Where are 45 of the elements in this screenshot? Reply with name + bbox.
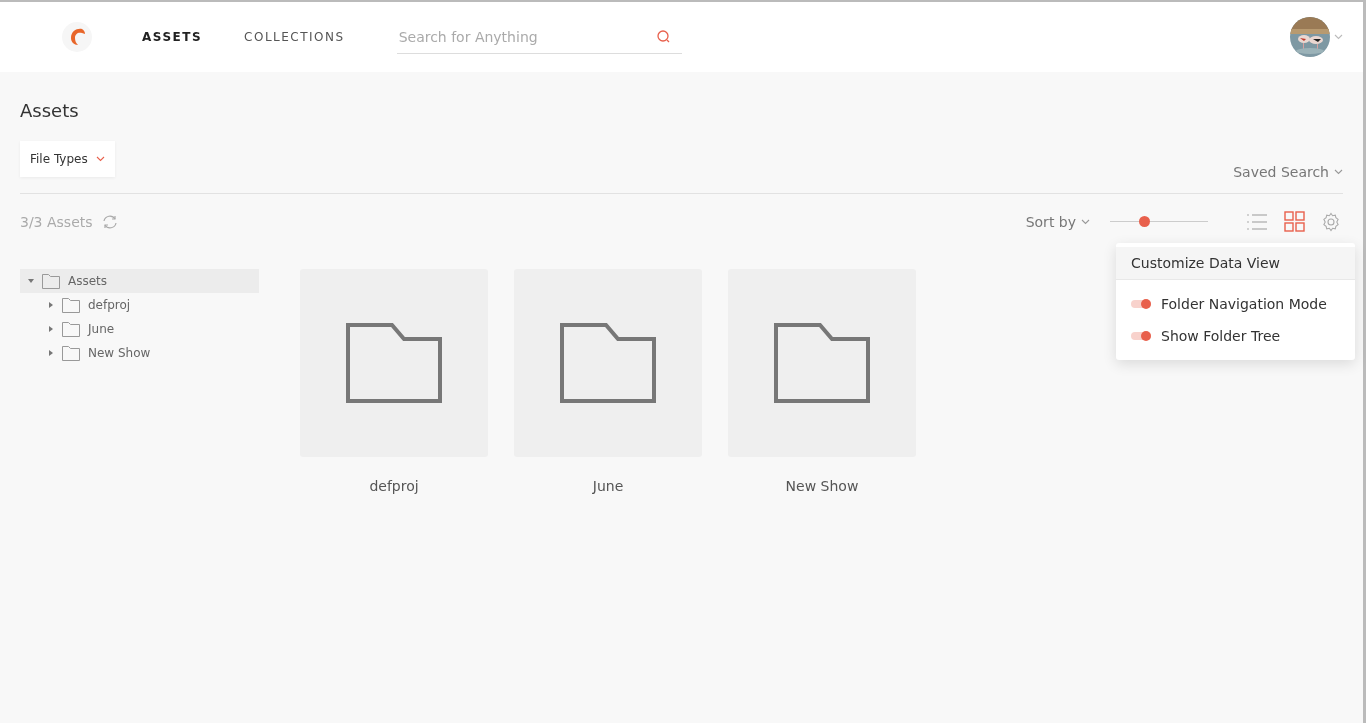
chevron-down-icon [1081, 218, 1090, 225]
chevron-down-icon [95, 156, 105, 162]
folder-name[interactable]: New Show [785, 478, 859, 494]
toggle-label: Folder Navigation Mode [1161, 296, 1327, 312]
slider-thumb[interactable] [1139, 216, 1151, 227]
caret-down-icon[interactable] [28, 278, 34, 284]
folder-icon [774, 323, 870, 403]
toggle-switch[interactable] [1131, 300, 1151, 308]
asset-count: 3/3 Assets [20, 213, 93, 230]
nav-tab[interactable]: COLLECTIONS [244, 30, 345, 44]
search-icon[interactable] [655, 29, 672, 45]
folder-thumbnail[interactable] [514, 269, 702, 457]
toggle-label: Show Folder Tree [1161, 328, 1281, 344]
folder-icon [560, 323, 656, 403]
file-types-dropdown[interactable]: File Types [20, 141, 115, 177]
search-field[interactable]: Search for Anything [396, 20, 682, 54]
tree-item[interactable]: June [20, 317, 259, 341]
folder-icon [346, 323, 442, 403]
folder-icon [62, 345, 80, 361]
folder-name[interactable]: June [592, 478, 624, 494]
caret-right-icon[interactable] [48, 326, 54, 332]
folder-name[interactable]: defproj [369, 478, 419, 494]
chevron-down-icon [1334, 169, 1343, 175]
tree-item[interactable]: defproj [20, 293, 259, 317]
tree-item[interactable]: New Show [20, 341, 259, 365]
sort-by-dropdown[interactable]: Sort by [1025, 213, 1090, 230]
folder-thumbnail[interactable] [300, 269, 488, 457]
grid-icon [1284, 211, 1305, 232]
list-icon [1246, 212, 1268, 231]
chevron-down-icon [1334, 34, 1343, 40]
menu-item[interactable]: Customize Data View [1116, 247, 1355, 280]
page-title: Assets [20, 100, 80, 121]
folder-icon [62, 321, 80, 337]
caret-right-icon[interactable] [48, 350, 54, 356]
toggle-switch[interactable] [1131, 332, 1151, 340]
folder-icon [62, 297, 80, 313]
saved-search-dropdown[interactable]: Saved Search [1233, 164, 1343, 180]
nav-tab[interactable]: ASSETS [142, 30, 203, 44]
folder-thumbnail[interactable] [728, 269, 916, 457]
caret-right-icon[interactable] [48, 302, 54, 308]
folder-icon [42, 273, 60, 289]
refresh-icon[interactable] [100, 213, 119, 230]
tree-item[interactable]: Assets [20, 269, 259, 293]
logo[interactable] [62, 22, 92, 52]
settings-icon[interactable] [1321, 211, 1341, 232]
